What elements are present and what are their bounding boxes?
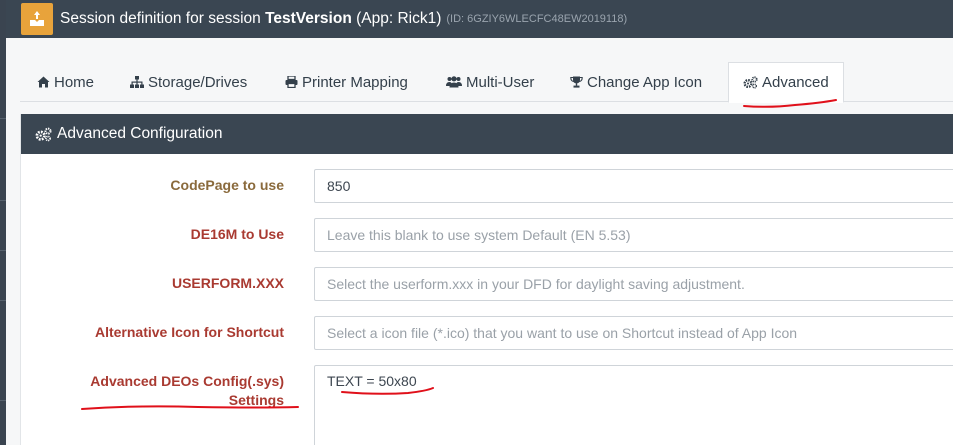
panel-header: Advanced Configuration (21, 114, 953, 154)
tab-printer-mapping[interactable]: Printer Mapping (285, 62, 408, 102)
page-title: Session definition for session TestVersi… (60, 10, 442, 27)
session-name: TestVersion (265, 10, 352, 27)
userform-input[interactable]: Select the userform.xxx in your DFD for … (314, 267, 953, 301)
sitemap-icon (130, 76, 144, 88)
gears-icon (743, 76, 758, 89)
deos-config-textarea[interactable]: TEXT = 50x80 (314, 365, 953, 445)
app-logo-icon (21, 3, 53, 35)
tab-storage-drives[interactable]: Storage/Drives (130, 62, 247, 102)
alt-icon-label: Alternative Icon for Shortcut (94, 324, 284, 340)
printer-icon (285, 76, 298, 88)
tab-bar: Home Storage/Drives Printer Mapping Mult… (20, 62, 953, 103)
codepage-label: CodePage to use (170, 177, 284, 193)
home-icon (37, 76, 50, 88)
main-content: Home Storage/Drives Printer Mapping Mult… (6, 38, 953, 445)
deos-config-label: Advanced DEOs Config(.sys) Settings (90, 373, 284, 408)
gears-icon (35, 127, 52, 142)
userform-label: USERFORM.XXX (171, 275, 284, 291)
advanced-config-panel: Advanced Configuration CodePage to use 8… (20, 114, 953, 445)
tab-advanced[interactable]: Advanced (728, 62, 844, 103)
users-icon (446, 76, 462, 88)
de16m-input[interactable]: Leave this blank to use system Default (… (314, 218, 953, 252)
panel-title: Advanced Configuration (57, 125, 223, 142)
session-titlebar: Session definition for session TestVersi… (6, 0, 953, 38)
trophy-icon (570, 76, 583, 88)
codepage-input[interactable]: 850 (314, 169, 953, 203)
alt-icon-input[interactable]: Select a icon file (*.ico) that you want… (314, 316, 953, 350)
tab-home[interactable]: Home (37, 62, 94, 102)
tab-change-app-icon[interactable]: Change App Icon (570, 62, 702, 102)
session-id: (ID: 6GZIY6WLECFC48EW2019118) (446, 13, 628, 25)
tab-multi-user[interactable]: Multi-User (446, 62, 534, 102)
de16m-label: DE16M to Use (190, 226, 284, 242)
